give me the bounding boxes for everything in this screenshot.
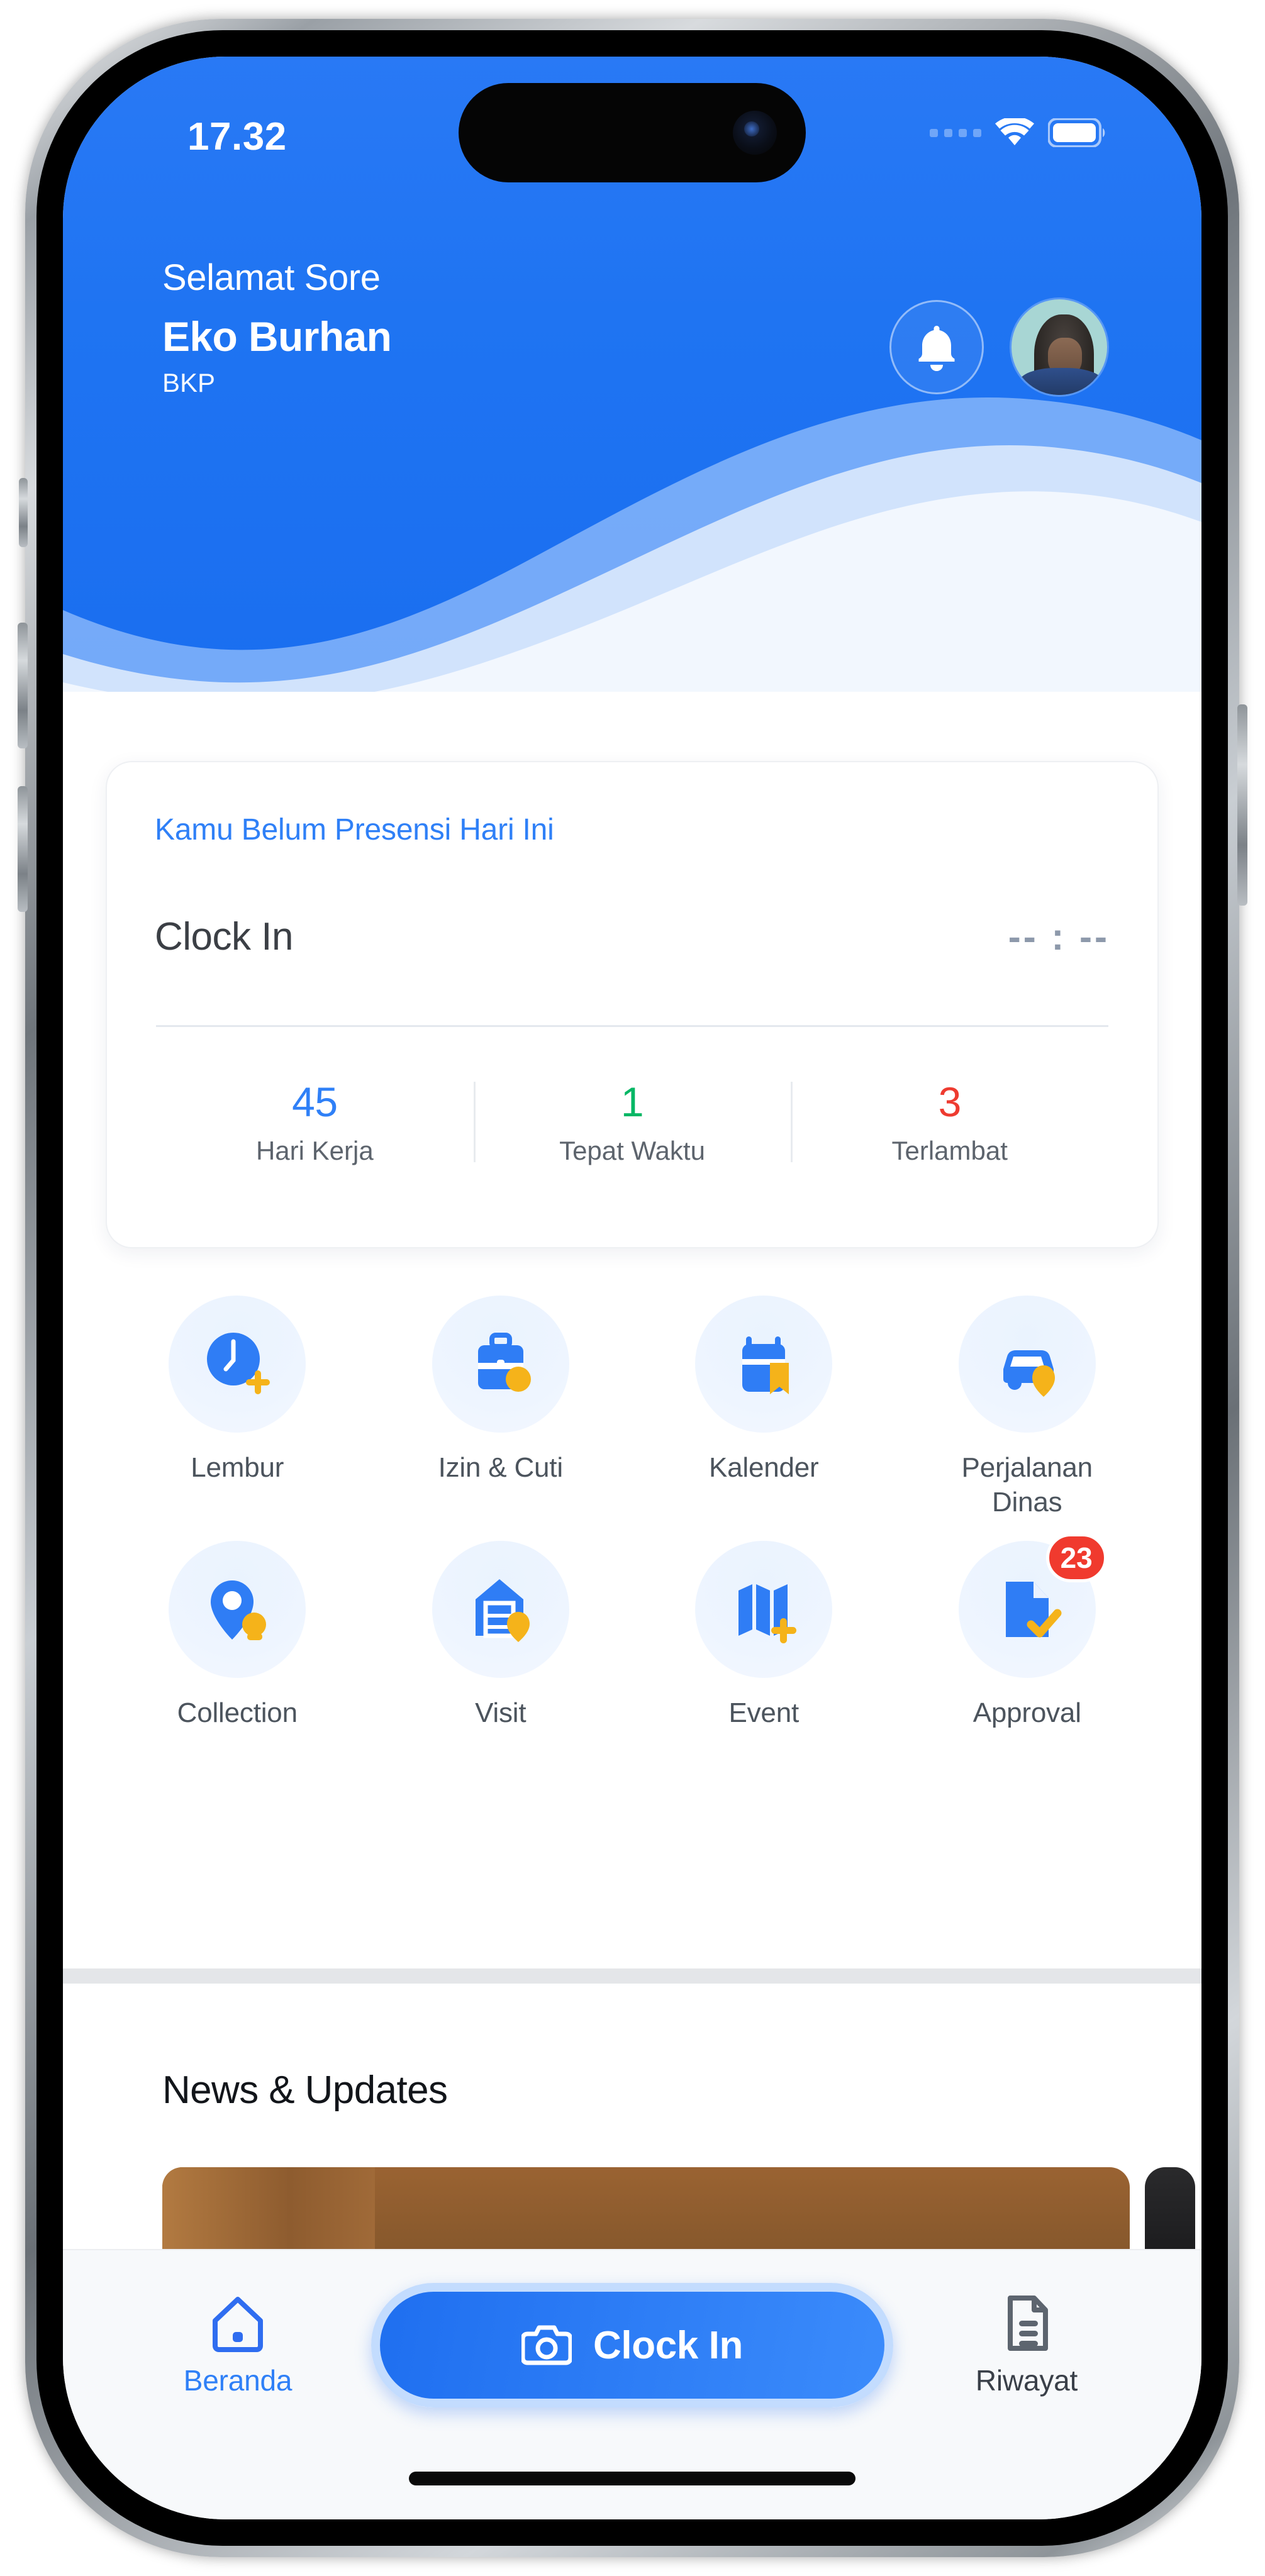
- stat-value: 3: [938, 1079, 962, 1125]
- main-content-scroll[interactable]: Kamu Belum Presensi Hari Ini Clock In --…: [63, 692, 1201, 1968]
- battery-icon: [1048, 118, 1106, 147]
- signal-dots-icon: [930, 128, 981, 137]
- user-avatar[interactable]: [1011, 299, 1107, 395]
- menu-label: Izin & Cuti: [438, 1452, 564, 1483]
- stat-tepat-waktu: 1 Tepat Waktu: [473, 1072, 791, 1172]
- approval-badge: 23: [1045, 1533, 1107, 1582]
- dynamic-island: [459, 83, 806, 182]
- document-check-icon: [987, 1569, 1067, 1650]
- phone-screen: 17.32 Selamat Sore Eko Burhan BKP Kamu B…: [63, 57, 1201, 2519]
- map-pin-icon: [197, 1569, 277, 1650]
- clock-in-row: Clock In -- : --: [155, 914, 1110, 959]
- status-bar-icons: [930, 118, 1106, 147]
- home-icon: [209, 2293, 267, 2353]
- section-separator: [63, 1968, 1201, 1984]
- status-bar-time: 17.32: [187, 115, 287, 158]
- nav-item-beranda[interactable]: Beranda: [156, 2293, 320, 2397]
- menu-icon-bg: 23: [958, 1533, 1107, 1678]
- menu-label: Event: [728, 1697, 799, 1728]
- stat-label: Terlambat: [891, 1136, 1008, 1165]
- home-indicator[interactable]: [409, 2472, 855, 2485]
- power-button[interactable]: [1237, 704, 1247, 906]
- attendance-card[interactable]: Kamu Belum Presensi Hari Ini Clock In --…: [106, 761, 1159, 1248]
- greeting-text: Selamat Sore: [162, 257, 381, 298]
- menu-icon-bg: [695, 1541, 833, 1678]
- menu-icon-bg: [958, 1296, 1096, 1433]
- menu-item-visit[interactable]: Visit: [369, 1541, 633, 1730]
- clock-in-label: Clock In: [155, 915, 293, 958]
- app-header: 17.32 Selamat Sore Eko Burhan BKP: [63, 57, 1201, 692]
- menu-icon-bg: [695, 1296, 833, 1433]
- calendar-icon: [723, 1324, 804, 1404]
- stat-value: 1: [620, 1079, 644, 1125]
- card-divider: [156, 1025, 1108, 1027]
- volume-down-button[interactable]: [18, 786, 28, 912]
- news-section-title: News & Updates: [162, 2068, 448, 2112]
- menu-item-event[interactable]: Event: [632, 1541, 896, 1730]
- menu-item-collection[interactable]: Collection: [106, 1541, 369, 1730]
- nav-label: Riwayat: [975, 2364, 1078, 2397]
- attendance-status-text: Kamu Belum Presensi Hari Ini: [155, 813, 554, 847]
- header-actions: [889, 299, 1107, 395]
- clock-in-button-label: Clock In: [593, 2323, 743, 2367]
- menu-item-kalender[interactable]: Kalender: [632, 1296, 896, 1519]
- menu-label-line2: Dinas: [991, 1487, 1062, 1518]
- clock-in-time-value: -- : --: [1008, 916, 1110, 958]
- bottom-nav-row: Beranda Clock In Riwayat: [63, 2283, 1201, 2407]
- wifi-icon: [995, 118, 1034, 147]
- nav-item-riwayat[interactable]: Riwayat: [945, 2293, 1108, 2397]
- volume-up-button[interactable]: [18, 623, 28, 748]
- clock-in-button[interactable]: Clock In: [371, 2283, 893, 2407]
- phone-screenshot-stage: 17.32 Selamat Sore Eko Burhan BKP Kamu B…: [0, 0, 1265, 2576]
- greeting-block: Selamat Sore Eko Burhan BKP: [162, 257, 392, 398]
- document-icon: [1000, 2293, 1053, 2353]
- menu-label: Visit: [475, 1697, 527, 1728]
- menu-item-lembur[interactable]: Lembur: [106, 1296, 369, 1519]
- menu-label: Perjalanan Dinas: [962, 1450, 1093, 1519]
- car-icon: [987, 1324, 1067, 1404]
- menu-label: Collection: [177, 1697, 298, 1728]
- menu-item-perjalanan-dinas[interactable]: Perjalanan Dinas: [896, 1296, 1159, 1519]
- menu-icon-bg: [432, 1296, 569, 1433]
- quick-menu-grid: Lembur Izin & Cuti Kalender Perjalanan D…: [106, 1296, 1159, 1730]
- user-name: Eko Burhan: [162, 313, 392, 360]
- attendance-stats: 45 Hari Kerja 1 Tepat Waktu 3 Terlambat: [156, 1072, 1108, 1172]
- stat-label: Tepat Waktu: [559, 1136, 705, 1165]
- menu-icon-bg: [169, 1541, 306, 1678]
- organization-label: BKP: [162, 368, 216, 397]
- silent-switch[interactable]: [19, 478, 28, 547]
- camera-icon: [521, 2323, 572, 2368]
- stat-hari-kerja: 45 Hari Kerja: [156, 1072, 474, 1172]
- notification-button[interactable]: [889, 300, 984, 394]
- nav-label: Beranda: [183, 2364, 293, 2397]
- stat-label: Hari Kerja: [255, 1136, 374, 1165]
- menu-label: Lembur: [191, 1452, 284, 1483]
- stat-terlambat: 3 Terlambat: [791, 1072, 1108, 1172]
- bottom-navigation-bar: Beranda Clock In Riwayat: [63, 2249, 1201, 2519]
- stat-value: 45: [292, 1079, 338, 1125]
- menu-icon-bg: [432, 1541, 569, 1678]
- menu-label: Approval: [972, 1697, 1081, 1728]
- front-camera-lens: [733, 111, 777, 155]
- avatar-shirt: [1019, 368, 1103, 395]
- briefcase-icon: [460, 1324, 541, 1404]
- map-plus-icon: [723, 1569, 804, 1650]
- building-icon: [460, 1569, 541, 1650]
- menu-item-izin-cuti[interactable]: Izin & Cuti: [369, 1296, 633, 1519]
- menu-label-line1: Perjalanan: [961, 1452, 1093, 1483]
- menu-label: Kalender: [708, 1452, 819, 1483]
- bell-icon: [913, 322, 960, 372]
- menu-icon-bg: [169, 1296, 306, 1433]
- clock-plus-icon: [197, 1324, 277, 1404]
- menu-item-approval[interactable]: 23 Approval: [896, 1533, 1159, 1730]
